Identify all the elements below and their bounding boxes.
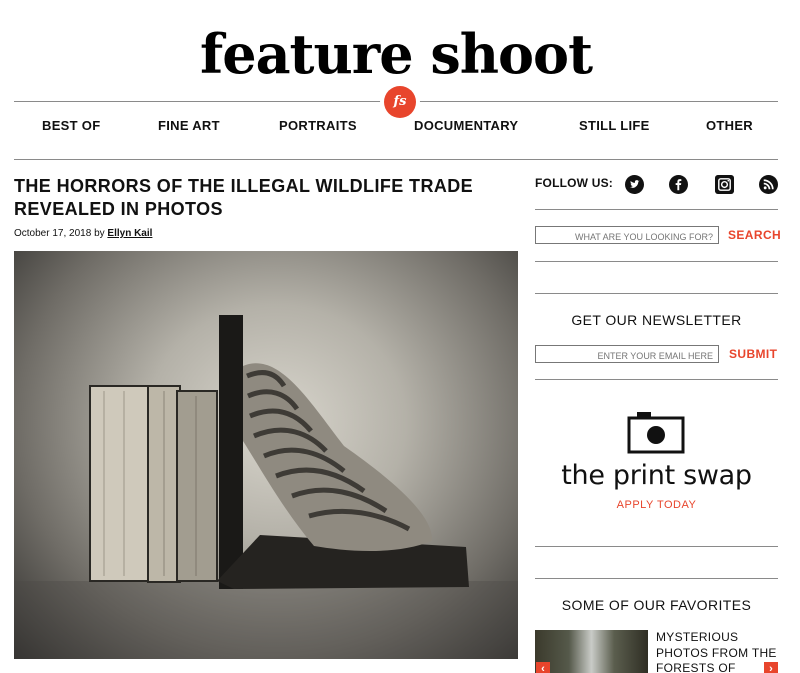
article-date: October 17, 2018 <box>14 228 92 239</box>
main-nav: BEST OF FINE ART PORTRAITS DOCUMENTARY S… <box>14 118 778 142</box>
nav-item-other[interactable]: OTHER <box>706 118 753 133</box>
sidebar-divider-3 <box>535 293 778 294</box>
article-title[interactable]: THE HORRORS OF THE ILLEGAL WILDLIFE TRAD… <box>14 175 484 221</box>
instagram-icon[interactable] <box>715 175 734 194</box>
email-field[interactable] <box>535 345 719 363</box>
print-swap-title[interactable]: the print swap <box>535 460 778 491</box>
article-hero-image[interactable] <box>14 251 518 659</box>
site-logo[interactable]: feature shoot <box>0 24 792 84</box>
follow-us-label: FOLLOW US: <box>535 176 613 190</box>
camera-icon[interactable] <box>627 412 685 454</box>
search-input[interactable] <box>535 226 719 244</box>
sidebar-divider-4 <box>535 379 778 380</box>
carousel-prev-icon[interactable]: ‹ <box>536 662 550 673</box>
sidebar-divider-1 <box>535 209 778 210</box>
search-button[interactable]: SEARCH <box>728 228 781 242</box>
nav-item-best-of[interactable]: BEST OF <box>42 118 100 133</box>
favorite-title[interactable]: MYSTERIOUS PHOTOS FROM THE FORESTS OF <box>656 630 778 673</box>
nav-divider <box>14 159 778 160</box>
newsletter-heading: GET OUR NEWSLETTER <box>571 312 742 328</box>
nav-item-portraits[interactable]: PORTRAITS <box>279 118 357 133</box>
byline-by: by <box>94 228 105 239</box>
hero-image-illustration <box>14 315 518 659</box>
twitter-icon[interactable] <box>625 175 644 194</box>
sidebar-divider-6 <box>535 578 778 579</box>
favorite-thumbnail[interactable] <box>535 630 648 673</box>
follow-us-bar: FOLLOW US: <box>535 175 778 195</box>
site-badge-icon: fs <box>384 86 416 118</box>
submit-button[interactable]: SUBMIT <box>729 347 777 361</box>
article-byline: October 17, 2018 by Ellyn Kail <box>14 228 152 239</box>
apply-today-link[interactable]: APPLY TODAY <box>535 499 778 511</box>
rss-icon[interactable] <box>759 175 778 194</box>
facebook-icon[interactable] <box>669 175 688 194</box>
author-link[interactable]: Ellyn Kail <box>107 228 152 239</box>
nav-item-still-life[interactable]: STILL LIFE <box>579 118 650 133</box>
sidebar-divider-2 <box>535 261 778 262</box>
nav-item-documentary[interactable]: DOCUMENTARY <box>414 118 518 133</box>
sidebar-divider-5 <box>535 546 778 547</box>
nav-item-fine-art[interactable]: FINE ART <box>158 118 220 133</box>
favorites-heading: SOME OF OUR FAVORITES <box>561 597 752 613</box>
carousel-next-icon[interactable]: › <box>764 662 778 673</box>
